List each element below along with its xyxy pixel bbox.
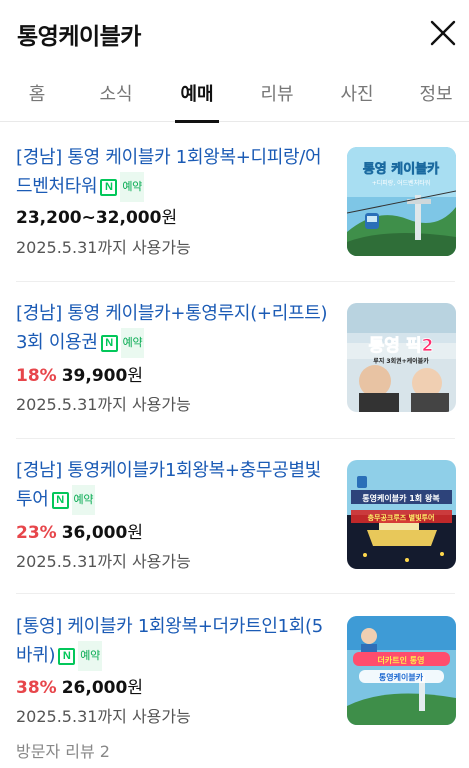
booking-item[interactable]: [경남] 통영케이블카1회왕복+충무공별빛투어 N 예약 23% 36,000원 20…	[0, 439, 469, 593]
item-title-link[interactable]: [경남] 통영케이블카1회왕복+충무공별빛투어 N 예약	[16, 457, 332, 515]
close-icon	[430, 20, 456, 46]
booking-badge: N 예약	[58, 641, 102, 671]
item-thumbnail[interactable]: 더카트인 통영 통영케이블카	[347, 616, 456, 725]
validity-text: 2025.5.31까지 사용가능	[16, 552, 191, 571]
booking-badge: N 예약	[51, 485, 96, 515]
booking-item[interactable]: [경남] 통영 케이블카+통영루지(+리프트) 3회 이용권 N 예약 18% 39,…	[0, 282, 469, 438]
validity-text: 2025.5.31까지 사용가능	[16, 238, 191, 257]
validity-text: 2025.5.31까지 사용가능	[16, 395, 191, 414]
item-price: 26,000	[61, 678, 128, 698]
booking-badge: N 예약	[100, 172, 144, 202]
discount-rate: 38%	[16, 678, 57, 698]
discount-rate: 18%	[16, 366, 57, 386]
thumb-text: 통영 케이블카	[363, 161, 439, 177]
item-title-link[interactable]: [통영] 케이블카 1회왕복+더카트인1회(5바퀴) N 예약	[16, 613, 332, 671]
night-cruise-photo: 통영케이블카 1회 왕복 충무공크루즈 별빛투어	[347, 460, 456, 569]
booking-item[interactable]: [통영] 케이블카 1회왕복+더카트인1회(5바퀴) N 예약 38% 26,000원…	[0, 594, 469, 734]
booking-badge-label: 예약	[120, 172, 144, 202]
tab-info[interactable]: 정보	[414, 80, 458, 122]
tab-news[interactable]: 소식	[94, 80, 138, 122]
price-line: 23% 36,000원	[16, 521, 143, 545]
header: 통영케이블카	[0, 0, 469, 66]
price-line: 23,200~32,000원	[16, 206, 177, 230]
thumb-subtext: 루지 3회권+케이블카	[373, 357, 429, 365]
booking-badge-label: 예약	[71, 485, 96, 515]
tab-label: 리뷰	[260, 84, 294, 105]
tab-bar: 홈 소식 예매 리뷰 사진 정보	[0, 66, 469, 123]
close-button[interactable]	[428, 18, 458, 48]
tab-booking[interactable]: 예매	[175, 80, 219, 123]
naver-pay-icon: N	[58, 647, 76, 665]
tab-label: 예매	[180, 84, 214, 105]
tab-home[interactable]: 홈	[17, 80, 57, 122]
price-line: 18% 39,900원	[16, 364, 143, 388]
item-thumbnail[interactable]: 통영 케이블카 +디피랑, 어드벤처타워	[347, 147, 456, 256]
naver-pay-icon: N	[100, 334, 118, 352]
thumb-text: 통영 픽2	[369, 336, 434, 356]
discount-rate: 23%	[16, 523, 57, 543]
cable-car-photo: 통영 케이블카 +디피랑, 어드벤처타워	[347, 147, 456, 256]
tab-reviews[interactable]: 리뷰	[255, 80, 299, 122]
thumb-subtext: 통영케이블카	[379, 672, 424, 682]
price-line: 38% 26,000원	[16, 676, 143, 700]
tab-label: 정보	[419, 84, 453, 105]
currency-unit: 원	[161, 208, 178, 228]
currency-unit: 원	[127, 523, 143, 543]
item-thumbnail[interactable]: 통영 픽2 루지 3회권+케이블카	[347, 303, 456, 412]
validity-text: 2025.5.31까지 사용가능	[16, 707, 191, 726]
booking-badge-label: 예약	[120, 328, 145, 358]
tab-label: 사진	[340, 84, 374, 105]
thumb-subtext: +디피랑, 어드벤처타워	[372, 179, 431, 187]
kart-photo: 더카트인 통영 통영케이블카	[347, 616, 456, 725]
item-thumbnail[interactable]: 통영케이블카 1회 왕복 충무공크루즈 별빛투어	[347, 460, 456, 569]
item-title: [경남] 통영 케이블카 1회왕복+디피랑/어드벤처타워	[16, 147, 322, 197]
booking-item[interactable]: [경남] 통영 케이블카 1회왕복+디피랑/어드벤처타워 N 예약 23,200~3…	[0, 123, 469, 281]
item-price: 23,200~32,000	[16, 208, 162, 228]
booking-badge-label: 예약	[78, 641, 102, 671]
page-title: 통영케이블카	[17, 24, 141, 50]
thumb-text: 통영케이블카 1회 왕복	[362, 493, 440, 503]
currency-unit: 원	[127, 678, 143, 698]
tab-label: 홈	[28, 84, 46, 105]
item-title: [경남] 통영 케이블카+통영루지(+리프트) 3회 이용권	[16, 303, 328, 353]
thumb-subtext: 충무공크루즈 별빛투어	[368, 513, 435, 522]
item-price: 36,000	[61, 523, 128, 543]
visitor-review-count[interactable]: 방문자 리뷰 2	[16, 738, 110, 762]
item-price: 39,900	[61, 366, 128, 386]
tab-photos[interactable]: 사진	[335, 80, 379, 122]
naver-pay-icon: N	[100, 178, 118, 196]
item-title-link[interactable]: [경남] 통영 케이블카+통영루지(+리프트) 3회 이용권 N 예약	[16, 300, 332, 358]
item-title-link[interactable]: [경남] 통영 케이블카 1회왕복+디피랑/어드벤처타워 N 예약	[16, 144, 332, 202]
booking-badge: N 예약	[100, 328, 145, 358]
thumb-text: 더카트인 통영	[378, 655, 425, 665]
tab-label: 소식	[99, 84, 133, 105]
naver-pay-icon: N	[51, 491, 69, 509]
luge-photo: 통영 픽2 루지 3회권+케이블카	[347, 303, 456, 412]
currency-unit: 원	[127, 366, 143, 386]
